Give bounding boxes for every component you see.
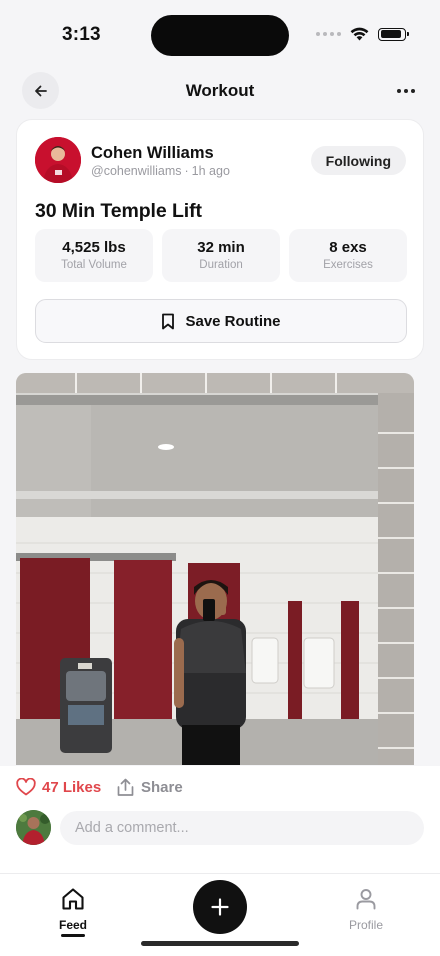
tab-profile[interactable]: Profile xyxy=(340,886,392,932)
workout-photo[interactable] xyxy=(16,373,414,765)
more-options-icon[interactable] xyxy=(394,80,418,102)
workout-title: 30 Min Temple Lift xyxy=(35,200,202,222)
following-button[interactable]: Following xyxy=(310,146,406,175)
post-time: 1h ago xyxy=(191,164,230,178)
home-icon xyxy=(62,888,84,910)
like-button[interactable]: 47 Likes xyxy=(16,778,101,796)
tab-feed[interactable]: Feed xyxy=(48,886,98,937)
share-button[interactable]: Share xyxy=(117,778,183,797)
page-title: Workout xyxy=(185,81,255,100)
dynamic-island xyxy=(151,15,289,56)
status-time: 3:13 xyxy=(62,24,101,45)
stat-duration: 32 min Duration xyxy=(162,229,280,282)
stat-value: 8 exs xyxy=(329,239,367,256)
meta-separator: · xyxy=(184,164,189,178)
user-handle: @cohenwilliams xyxy=(91,164,182,178)
tab-bar: Feed Profile xyxy=(0,873,440,956)
heart-icon xyxy=(16,778,36,796)
status-bar: 3:13 xyxy=(0,0,440,70)
active-tab-indicator xyxy=(61,934,85,937)
stat-exercises: 8 exs Exercises xyxy=(289,229,407,282)
share-icon xyxy=(117,778,134,796)
comment-input[interactable] xyxy=(60,811,424,845)
likes-count: 47 Likes xyxy=(42,778,102,796)
plus-icon xyxy=(211,898,229,916)
status-icons xyxy=(316,27,409,41)
user-name[interactable]: Cohen Williams xyxy=(91,144,214,163)
wifi-icon xyxy=(350,27,369,41)
avatar[interactable] xyxy=(35,137,81,183)
engagement-bar: 47 Likes Share xyxy=(0,766,440,874)
stat-total-volume: 4,525 lbs Total Volume xyxy=(35,229,153,282)
workout-stats: 4,525 lbs Total Volume 32 min Duration 8… xyxy=(35,229,407,282)
workout-card: Cohen Williams @cohenwilliams · 1h ago Fol… xyxy=(16,119,424,360)
stat-value: 32 min xyxy=(197,239,245,256)
bookmark-icon xyxy=(162,313,175,329)
battery-icon xyxy=(378,27,409,41)
save-routine-label: Save Routine xyxy=(185,312,281,330)
home-indicator xyxy=(141,941,299,946)
share-label: Share xyxy=(141,779,183,796)
tab-profile-label: Profile xyxy=(348,918,383,932)
save-routine-button[interactable]: Save Routine xyxy=(35,299,407,343)
add-workout-button[interactable] xyxy=(193,880,247,934)
comment-avatar xyxy=(16,810,51,845)
cellular-signal-icon xyxy=(316,32,341,36)
nav-bar: Workout xyxy=(0,72,440,110)
stat-label: Total Volume xyxy=(61,259,127,271)
person-icon xyxy=(356,889,376,910)
tab-feed-label: Feed xyxy=(58,918,87,932)
user-meta: @cohenwilliams · 1h ago xyxy=(91,164,230,178)
stat-label: Duration xyxy=(199,259,243,271)
stat-value: 4,525 lbs xyxy=(62,239,126,256)
stat-label: Exercises xyxy=(323,259,373,271)
